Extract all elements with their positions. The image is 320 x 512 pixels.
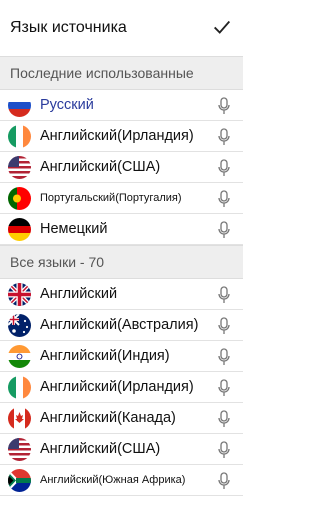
south-africa-flag-icon: [8, 468, 31, 492]
language-label: Русский: [40, 97, 94, 113]
language-label: Английский(США): [40, 441, 161, 457]
usa-flag-icon: [8, 155, 31, 179]
microphone-icon: [218, 379, 230, 396]
language-label: Английский(Канада): [40, 410, 176, 426]
microphone-icon: [218, 221, 230, 238]
all-item-english-australia[interactable]: Английский(Австралия): [0, 310, 243, 341]
india-flag-icon: [8, 344, 31, 368]
microphone-icon: [218, 190, 230, 207]
microphone-icon: [218, 286, 230, 303]
all-item-english-usa[interactable]: Английский(США): [0, 434, 243, 465]
language-label: Английский(Ирландия): [40, 379, 194, 395]
ireland-flag-icon: [8, 124, 31, 148]
russia-flag-icon: [8, 93, 31, 117]
language-label: Английский(Индия): [40, 348, 170, 364]
page-title: Язык источника: [10, 19, 127, 36]
microphone-icon: [218, 97, 230, 114]
checkmark-icon[interactable]: [211, 16, 233, 38]
language-label: Немецкий: [40, 221, 108, 237]
section-recent: Последние использованные: [0, 56, 243, 90]
language-label: Английский(Южная Африка): [40, 474, 186, 486]
all-item-english-south-africa[interactable]: Английский(Южная Африка): [0, 465, 243, 496]
language-label: Английский(США): [40, 159, 161, 175]
recent-item-english-ireland[interactable]: Английский(Ирландия): [0, 121, 243, 152]
header: Язык источника: [0, 0, 243, 56]
all-item-english-ireland[interactable]: Английский(Ирландия): [0, 372, 243, 403]
canada-flag-icon: [8, 406, 31, 430]
australia-flag-icon: [8, 313, 31, 337]
uk-flag-icon: [8, 282, 31, 306]
language-label: Английский(Австралия): [40, 317, 199, 333]
microphone-icon: [218, 317, 230, 334]
all-item-english[interactable]: Английский: [0, 279, 243, 310]
recent-item-german[interactable]: Немецкий: [0, 214, 243, 245]
recent-item-portuguese-portugal[interactable]: Португальский(Португалия): [0, 183, 243, 214]
usa-flag-icon: [8, 437, 31, 461]
ireland-flag-icon: [8, 375, 31, 399]
all-item-english-canada[interactable]: Английский(Канада): [0, 403, 243, 434]
microphone-icon: [218, 410, 230, 427]
germany-flag-icon: [8, 217, 31, 241]
language-label: Португальский(Португалия): [40, 192, 182, 204]
all-item-english-india[interactable]: Английский(Индия): [0, 341, 243, 372]
microphone-icon: [218, 159, 230, 176]
recent-item-english-usa[interactable]: Английский(США): [0, 152, 243, 183]
microphone-icon: [218, 441, 230, 458]
portugal-flag-icon: [8, 186, 31, 210]
microphone-icon: [218, 348, 230, 365]
recent-item-russian[interactable]: Русский: [0, 90, 243, 121]
section-all-languages: Все языки - 70: [0, 245, 243, 279]
microphone-icon: [218, 472, 230, 489]
language-label: Английский: [40, 286, 118, 302]
microphone-icon: [218, 128, 230, 145]
language-label: Английский(Ирландия): [40, 128, 194, 144]
